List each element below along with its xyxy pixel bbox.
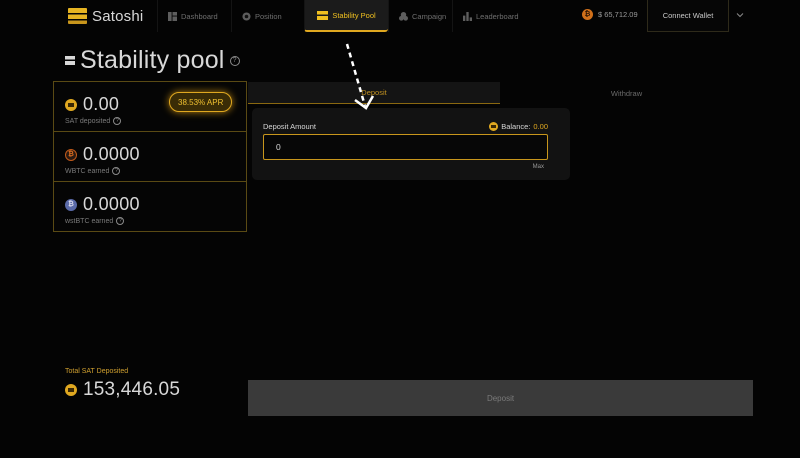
deposit-amount-label: Deposit Amount xyxy=(263,122,316,131)
total-sat-deposited: 153,446.05 xyxy=(65,379,180,401)
apr-badge: 38.53% APR xyxy=(169,92,233,112)
page-title-row: Stability pool ? xyxy=(65,46,240,75)
annotation-arrow-icon xyxy=(345,43,375,110)
wstbtc-earned-card: ₿ 0.0000 wstBTC earned ? xyxy=(53,181,247,232)
btc-price-value: $ 65,712.09 xyxy=(598,10,638,19)
total-sat-deposited-value: 153,446.05 xyxy=(83,379,181,400)
help-icon[interactable]: ? xyxy=(116,217,125,225)
wstbtc-token-icon: ₿ xyxy=(65,198,77,211)
deposit-amount-input[interactable] xyxy=(263,134,548,160)
connect-wallet-button[interactable]: Connect Wallet xyxy=(647,0,729,32)
bitcoin-icon: ₿ xyxy=(582,9,593,20)
sat-token-icon xyxy=(65,384,77,396)
sat-deposited-label: SAT deposited xyxy=(65,117,111,125)
total-sat-deposited-label: Total SAT Deposited xyxy=(65,368,129,375)
nav-campaign-label: Campaign xyxy=(412,11,447,21)
sat-token-icon xyxy=(65,98,77,111)
nav-stability-pool-label: Stability Pool xyxy=(332,10,376,20)
nav-campaign[interactable]: Campaign xyxy=(388,0,456,32)
campaign-icon xyxy=(399,11,408,21)
top-nav: Satoshi Dashboard Position Stability Poo… xyxy=(0,0,800,32)
nav-leaderboard[interactable]: Leaderboard xyxy=(452,0,529,32)
balance: Balance: 0.00 xyxy=(489,122,548,131)
nav-position[interactable]: Position xyxy=(231,0,292,32)
sat-token-icon xyxy=(489,122,499,131)
wstbtc-earned-value: 0.0000 xyxy=(83,194,140,214)
help-icon[interactable]: ? xyxy=(113,117,122,125)
nav-stability-pool[interactable]: Stability Pool xyxy=(304,0,388,32)
help-icon[interactable]: ? xyxy=(229,55,240,66)
wbtc-earned-card: ₿ 0.0000 WBTC earned ? xyxy=(53,131,247,182)
logo[interactable]: Satoshi xyxy=(68,6,143,26)
chevron-down-icon[interactable] xyxy=(736,11,744,19)
max-button[interactable]: Max xyxy=(533,164,544,170)
btc-price: ₿ $ 65,712.09 xyxy=(582,9,638,20)
balance-label: Balance: xyxy=(501,122,531,131)
sat-deposited-value: 0.00 xyxy=(83,94,120,114)
dashboard-icon xyxy=(168,11,177,21)
deposit-form: Deposit Amount Balance: 0.00 Max xyxy=(252,108,570,180)
balance-value: 0.00 xyxy=(533,122,548,131)
stability-pool-icon xyxy=(65,56,75,65)
brand-name: Satoshi xyxy=(92,7,144,25)
deposit-button[interactable]: Deposit xyxy=(248,380,753,416)
wstbtc-earned-label: wstBTC earned xyxy=(65,217,114,225)
satoshi-logo-icon xyxy=(68,8,87,24)
tab-withdraw[interactable]: Withdraw xyxy=(500,82,753,104)
nav-dashboard-label: Dashboard xyxy=(181,11,218,21)
nav-dashboard[interactable]: Dashboard xyxy=(157,0,228,32)
sat-deposited-card: 0.00 38.53% APR SAT deposited ? xyxy=(53,81,247,132)
pool-tabs: Deposit Withdraw xyxy=(248,82,753,104)
wbtc-token-icon: ₿ xyxy=(65,148,77,161)
wbtc-earned-value: 0.0000 xyxy=(83,144,140,164)
leaderboard-icon xyxy=(463,11,472,21)
stability-pool-icon xyxy=(317,10,329,20)
page-title: Stability pool xyxy=(80,46,225,74)
help-icon[interactable]: ? xyxy=(112,167,121,175)
nav-leaderboard-label: Leaderboard xyxy=(476,11,519,21)
nav-position-label: Position xyxy=(255,11,282,21)
wbtc-earned-label: WBTC earned xyxy=(65,167,110,175)
position-icon xyxy=(242,11,251,21)
